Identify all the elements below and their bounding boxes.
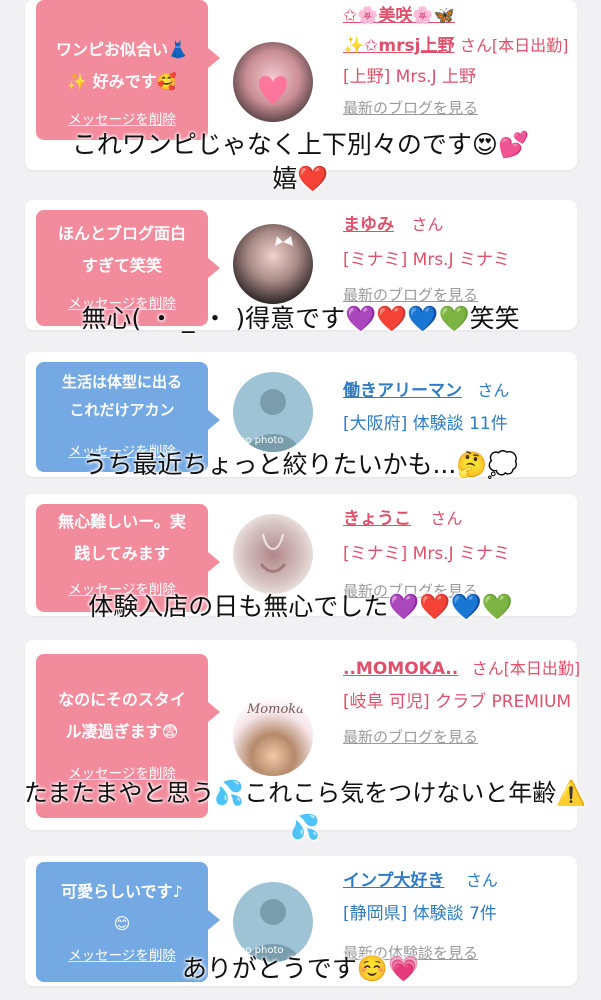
avatar[interactable]: no photo: [233, 882, 313, 962]
san-suffix: さん: [465, 871, 498, 890]
message-text: 生活は体型に出る これだけアカン: [61, 373, 182, 419]
san-suffix: さん[本日出勤]: [471, 659, 581, 678]
avatar[interactable]: [233, 514, 313, 594]
message-bubble: ワンピお似合い👗 ✨ 好みです🥰 メッセージを削除: [36, 0, 220, 140]
profile-info: ✩🌸美咲🌸🦋 ✨✩mrsj上野 さん[本日出勤] [上野] Mrs.J 上野 最…: [343, 2, 593, 123]
overlay-caption: たまたまやと思う💦これこら気をつけないと年齢⚠️💦: [23, 779, 587, 841]
shop-name: [上野] Mrs.J 上野: [343, 67, 477, 87]
san-suffix: さん: [430, 509, 463, 528]
message-text: 可愛らしいです♪ 😊: [61, 882, 183, 933]
profile-info: ..MOMOKA.. さん[本日出勤] [岐阜 可児] クラブ PREMIUM …: [343, 654, 593, 752]
overlay-caption: 体験入店の日も無心でした💜❤️💙💚: [88, 592, 513, 621]
overlay-caption: ありがとうです☺️💗: [181, 954, 420, 983]
profile-name-link[interactable]: 働きアリーマン: [343, 381, 462, 401]
avatar[interactable]: Momoka: [233, 696, 313, 776]
avatar[interactable]: [233, 224, 313, 304]
delete-message-link[interactable]: メッセージを削除: [36, 108, 208, 128]
shop-name: [ミナミ] Mrs.J ミナミ: [343, 544, 511, 564]
profile-info: まゆみ さん [ミナミ] Mrs.J ミナミ 最新のブログを見る: [343, 210, 593, 310]
avatar[interactable]: [233, 42, 313, 122]
profile-name-link[interactable]: きょうこ: [343, 509, 411, 529]
profile-name-link[interactable]: インプ大好き: [343, 871, 445, 891]
message-text: ほんとブログ面白 すぎて笑笑: [57, 224, 186, 275]
heart-icon: [259, 76, 287, 104]
profile-name-link[interactable]: ..MOMOKA..: [343, 659, 458, 679]
overlay-caption: これワンピじゃなく上下別々のです😍💕 嬉❤️: [71, 130, 530, 193]
san-suffix: さん[本日出勤]: [459, 36, 569, 55]
profile-name-link[interactable]: まゆみ: [343, 215, 394, 235]
shop-name: [静岡県] 体験談 7件: [343, 904, 497, 924]
shop-name: [岐阜 可児] クラブ PREMIUM: [343, 692, 572, 712]
avatar-script-text: Momoka: [247, 702, 304, 717]
message-text: ワンピお似合い👗 ✨ 好みです🥰: [56, 40, 188, 91]
profile-name-link[interactable]: ✩🌸美咲🌸🦋 ✨✩mrsj上野: [343, 6, 455, 56]
shop-name: [ミナミ] Mrs.J ミナミ: [343, 250, 511, 270]
ribbon-icon: [275, 236, 293, 246]
profile-info: 働きアリーマン さん [大阪府] 体験談 11件: [343, 376, 593, 440]
san-suffix: さん: [477, 381, 510, 400]
latest-blog-link[interactable]: 最新のブログを見る: [343, 99, 478, 117]
latest-blog-link[interactable]: 最新のブログを見る: [343, 722, 593, 752]
overlay-caption: 無心( ・ _ ・ )得意です💜❤️💙💚笑笑: [81, 304, 520, 333]
shop-name: [大阪府] 体験談 11件: [343, 414, 508, 434]
braided-hair-icon: [259, 533, 287, 573]
san-suffix: さん: [411, 215, 444, 234]
overlay-caption: うち最近ちょっと絞りたいかも...🤔💭: [82, 450, 519, 479]
no-photo-label: no photo: [239, 435, 284, 446]
message-text: なのにそのスタイ ル凄過ぎます😨: [58, 690, 186, 741]
avatar[interactable]: no photo: [233, 372, 313, 452]
message-text: 無心難しいー。実 践してみます: [58, 512, 186, 563]
